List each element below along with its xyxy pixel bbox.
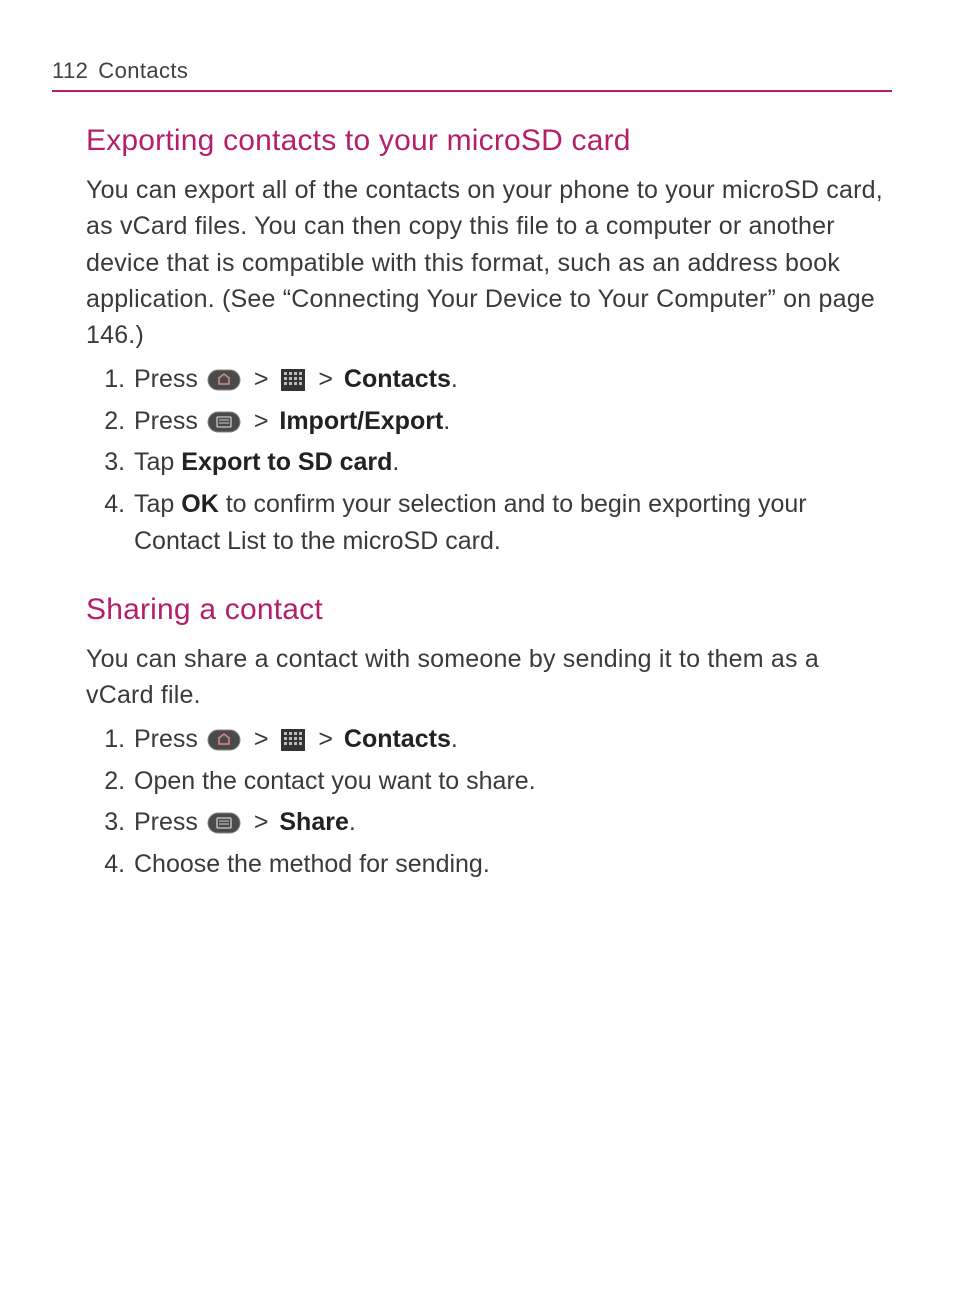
- home-key-icon: [207, 729, 241, 751]
- separator: >: [318, 361, 333, 399]
- list-item: Press > Import/Export.: [132, 403, 892, 441]
- contacts-label: Contacts: [344, 725, 451, 753]
- step-text: Press: [134, 725, 205, 753]
- page-header: 112 Contacts: [52, 58, 892, 84]
- section2-steps: Press > > Contacts. Open the contact you…: [86, 721, 892, 883]
- home-key-icon: [207, 369, 241, 391]
- section1-intro: You can export all of the contacts on yo…: [86, 172, 892, 353]
- step-end: .: [443, 407, 450, 435]
- page-number: 112: [52, 58, 88, 84]
- step-end: .: [349, 808, 356, 836]
- list-item: Open the contact you want to share.: [132, 763, 892, 801]
- header-rule: [52, 90, 892, 92]
- import-export-label: Import/Export: [279, 407, 443, 435]
- section2-intro: You can share a contact with someone by …: [86, 641, 892, 714]
- export-sd-label: Export to SD card: [181, 448, 392, 476]
- step-text: Press: [134, 365, 205, 393]
- chapter-title: Contacts: [98, 58, 188, 84]
- list-item: Tap Export to SD card.: [132, 444, 892, 482]
- apps-grid-icon: [281, 369, 305, 391]
- manual-page: 112 Contacts Exporting contacts to your …: [0, 0, 954, 927]
- separator: >: [254, 804, 269, 842]
- step-text: Tap: [134, 448, 181, 476]
- step-text: Press: [134, 407, 205, 435]
- step-text: Open the contact you want to share.: [134, 767, 536, 795]
- section-heading-share: Sharing a contact: [86, 593, 892, 627]
- list-item: Press > > Contacts.: [132, 361, 892, 399]
- list-item: Tap OK to confirm your selection and to …: [132, 486, 892, 561]
- list-item: Choose the method for sending.: [132, 846, 892, 884]
- contacts-label: Contacts: [344, 365, 451, 393]
- separator: >: [254, 361, 269, 399]
- step-text: Choose the method for sending.: [134, 850, 490, 878]
- list-item: Press > > Contacts.: [132, 721, 892, 759]
- apps-grid-icon: [281, 729, 305, 751]
- list-item: Press > Share.: [132, 804, 892, 842]
- separator: >: [318, 721, 333, 759]
- separator: >: [254, 403, 269, 441]
- step-text: Tap: [134, 490, 181, 518]
- menu-key-icon: [207, 812, 241, 834]
- step-end: .: [392, 448, 399, 476]
- menu-key-icon: [207, 411, 241, 433]
- section1-steps: Press > > Contacts. Press: [86, 361, 892, 561]
- step-text: Press: [134, 808, 205, 836]
- section-heading-export: Exporting contacts to your microSD card: [86, 124, 892, 158]
- step-end: .: [451, 725, 458, 753]
- ok-label: OK: [181, 490, 219, 518]
- separator: >: [254, 721, 269, 759]
- step-rest: to confirm your selection and to begin e…: [134, 490, 807, 556]
- share-label: Share: [279, 808, 348, 836]
- step-end: .: [451, 365, 458, 393]
